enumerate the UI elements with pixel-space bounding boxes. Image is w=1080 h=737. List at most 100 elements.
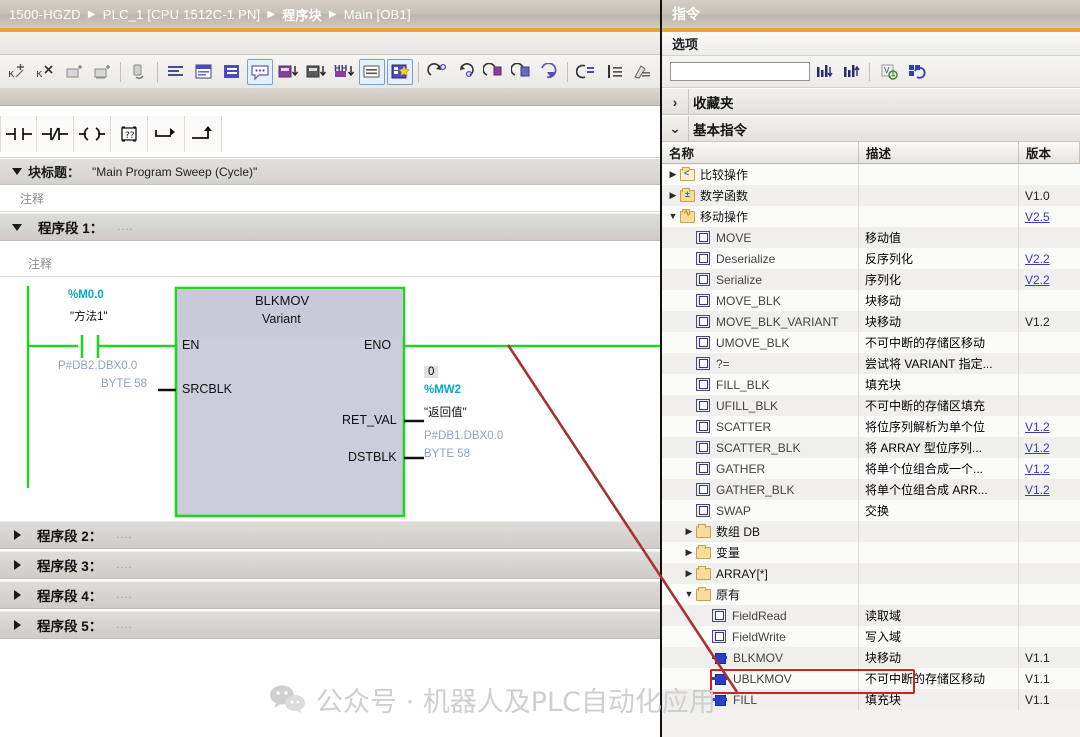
collapse-arrow-icon[interactable] bbox=[12, 168, 22, 175]
chevron-right-icon[interactable]: › bbox=[662, 94, 688, 110]
goto-next-icon[interactable] bbox=[424, 59, 450, 85]
network-header-5[interactable]: 程序段 5： .... bbox=[0, 611, 660, 639]
goto-error2-icon[interactable] bbox=[508, 59, 534, 85]
expand-arrow-icon[interactable] bbox=[14, 560, 21, 570]
table-row[interactable]: UBLKMOV 不可中断的存储区移动 V1.1 bbox=[662, 668, 1080, 689]
version-value[interactable]: V1.2 bbox=[1025, 420, 1050, 434]
find-down-icon[interactable] bbox=[813, 60, 837, 84]
normally-open-contact-icon[interactable] bbox=[0, 115, 37, 152]
src-operand-line2[interactable]: BYTE 58 bbox=[101, 378, 147, 390]
table-row[interactable]: FieldWrite 写入域 bbox=[662, 626, 1080, 647]
table-row[interactable]: ▶ 比较操作 bbox=[662, 164, 1080, 185]
breadcrumb-item-plc[interactable]: PLC_1 [CPU 1512C-1 PN] bbox=[103, 7, 261, 22]
breadcrumb-item-blocks[interactable]: 程序块 bbox=[282, 5, 322, 24]
version-value[interactable]: V2.2 bbox=[1025, 273, 1050, 287]
table-row[interactable]: ▶ ARRAY[*] bbox=[662, 563, 1080, 584]
dst-operand-line1[interactable]: P#DB1.DBX0.0 bbox=[424, 430, 503, 442]
download-block-icon[interactable] bbox=[89, 59, 115, 85]
table-row[interactable]: FILL 填充块 V1.1 bbox=[662, 689, 1080, 710]
instruction-version-cell[interactable]: V2.2 bbox=[1019, 248, 1080, 269]
version-value[interactable]: V1.2 bbox=[1025, 441, 1050, 455]
expand-arrow-icon[interactable] bbox=[14, 530, 21, 540]
network-overview-icon[interactable] bbox=[601, 59, 627, 85]
search-input[interactable] bbox=[670, 62, 810, 81]
version-value[interactable]: V2.2 bbox=[1025, 252, 1050, 266]
filter-icon[interactable]: V bbox=[878, 60, 902, 84]
table-row[interactable]: ▶ 数学函数 V1.0 bbox=[662, 185, 1080, 206]
table-row[interactable]: ▶ 数组 DB bbox=[662, 521, 1080, 542]
expand-arrow-icon[interactable]: ▶ bbox=[666, 191, 680, 200]
breadcrumb-item-project[interactable]: 1500-HGZD bbox=[9, 7, 81, 22]
table-row[interactable]: ▶ 变量 bbox=[662, 542, 1080, 563]
column-header-version[interactable]: 版本 bbox=[1019, 142, 1080, 163]
network-header-2[interactable]: 程序段 2： .... bbox=[0, 521, 660, 549]
table-row[interactable]: SCATTER 将位序列解析为单个位 V1.2 bbox=[662, 416, 1080, 437]
instruction-version-cell[interactable]: V1.2 bbox=[1019, 416, 1080, 437]
instruction-version-cell[interactable]: V1.2 bbox=[1019, 458, 1080, 479]
table-row[interactable]: MOVE_BLK_VARIANT 块移动 V1.2 bbox=[662, 311, 1080, 332]
balloon-comment-icon[interactable] bbox=[247, 58, 273, 85]
favorites-icon[interactable] bbox=[387, 58, 413, 85]
chevron-down-icon[interactable]: ⌄ bbox=[662, 120, 688, 137]
accordion-favorites[interactable]: › 收藏夹 bbox=[662, 88, 1080, 115]
network-comments-icon[interactable] bbox=[191, 59, 217, 85]
version-value[interactable]: V2.5 bbox=[1025, 210, 1050, 224]
table-row[interactable]: SWAP 交换 bbox=[662, 500, 1080, 521]
block-title-value[interactable]: "Main Program Sweep (Cycle)" bbox=[92, 165, 257, 179]
instruction-version-cell[interactable]: V2.2 bbox=[1019, 269, 1080, 290]
expand-arrow-icon[interactable] bbox=[14, 620, 21, 630]
retval-symbol[interactable]: "返回值" bbox=[424, 404, 467, 420]
accordion-basic-instructions[interactable]: ⌄ 基本指令 bbox=[662, 115, 1080, 142]
open-branch-icon[interactable] bbox=[148, 115, 185, 152]
sync-icon[interactable] bbox=[905, 60, 929, 84]
contact-symbol[interactable]: "方法1" bbox=[70, 308, 108, 324]
instruction-version-cell[interactable]: V1.2 bbox=[1019, 479, 1080, 500]
close-branch-icon[interactable] bbox=[185, 115, 222, 152]
insert-network-icon[interactable]: κ bbox=[5, 59, 31, 85]
expand-arrow-icon[interactable]: ▶ bbox=[682, 527, 696, 536]
goto-error-icon[interactable] bbox=[480, 59, 506, 85]
find-up-icon[interactable] bbox=[840, 60, 864, 84]
table-row[interactable]: FILL_BLK 填充块 bbox=[662, 374, 1080, 395]
goto-prev-icon[interactable] bbox=[452, 59, 478, 85]
table-row[interactable]: UMOVE_BLK 不可中断的存储区移动 bbox=[662, 332, 1080, 353]
output-coil-icon[interactable] bbox=[74, 115, 111, 152]
expand-arrow-icon[interactable]: ▶ bbox=[682, 569, 696, 578]
expand-arrow-icon[interactable]: ▶ bbox=[666, 170, 680, 179]
table-row[interactable]: BLKMOV 块移动 V1.1 bbox=[662, 647, 1080, 668]
src-operand-line1[interactable]: P#DB2.DBX0.0 bbox=[58, 360, 137, 372]
version-value[interactable]: V1.2 bbox=[1025, 483, 1050, 497]
instruction-version-cell[interactable]: V1.2 bbox=[1019, 437, 1080, 458]
table-row[interactable]: ?= 尝试将 VARIANT 指定... bbox=[662, 353, 1080, 374]
table-row[interactable]: SCATTER_BLK 将 ARRAY 型位序列... V1.2 bbox=[662, 437, 1080, 458]
collapse-arrow-icon[interactable]: ▼ bbox=[682, 590, 696, 599]
network-header-4[interactable]: 程序段 4： .... bbox=[0, 581, 660, 609]
table-row[interactable]: FieldRead 读取域 bbox=[662, 605, 1080, 626]
show-hide-absolute-icon[interactable] bbox=[163, 59, 189, 85]
upload-from-device-icon[interactable] bbox=[303, 59, 329, 85]
expand-arrow-icon[interactable]: ▶ bbox=[682, 548, 696, 557]
update-inconsistent-icon[interactable] bbox=[536, 59, 562, 85]
network-comment-1[interactable]: 注释 bbox=[0, 250, 660, 277]
contact-address[interactable]: %M0.0 bbox=[68, 289, 104, 301]
monitor-toggle-icon[interactable] bbox=[126, 59, 152, 85]
table-row[interactable]: Deserialize 反序列化 V2.2 bbox=[662, 248, 1080, 269]
dst-operand-line2[interactable]: BYTE 58 bbox=[424, 448, 470, 460]
marker-icon[interactable] bbox=[629, 59, 655, 85]
table-row[interactable]: Serialize 序列化 V2.2 bbox=[662, 269, 1080, 290]
compare-blocks-icon[interactable]: HH bbox=[331, 59, 357, 85]
column-header-description[interactable]: 描述 bbox=[859, 142, 1019, 163]
table-row[interactable]: MOVE 移动值 bbox=[662, 227, 1080, 248]
collapse-arrow-icon[interactable] bbox=[12, 223, 22, 231]
table-row[interactable]: MOVE_BLK 块移动 bbox=[662, 290, 1080, 311]
block-comment[interactable]: 注释 bbox=[0, 186, 660, 212]
expand-arrow-icon[interactable] bbox=[14, 590, 21, 600]
table-row[interactable]: ▼ 移动操作 V2.5 bbox=[662, 206, 1080, 227]
normally-closed-contact-icon[interactable] bbox=[37, 115, 74, 152]
network-header-3[interactable]: 程序段 3： .... bbox=[0, 551, 660, 579]
collapse-networks-icon[interactable] bbox=[359, 58, 385, 85]
breadcrumb-item-main[interactable]: Main [OB1] bbox=[344, 7, 411, 22]
comments-on-icon[interactable] bbox=[219, 59, 245, 85]
retval-address[interactable]: %MW2 bbox=[424, 384, 461, 396]
version-value[interactable]: V1.2 bbox=[1025, 462, 1050, 476]
